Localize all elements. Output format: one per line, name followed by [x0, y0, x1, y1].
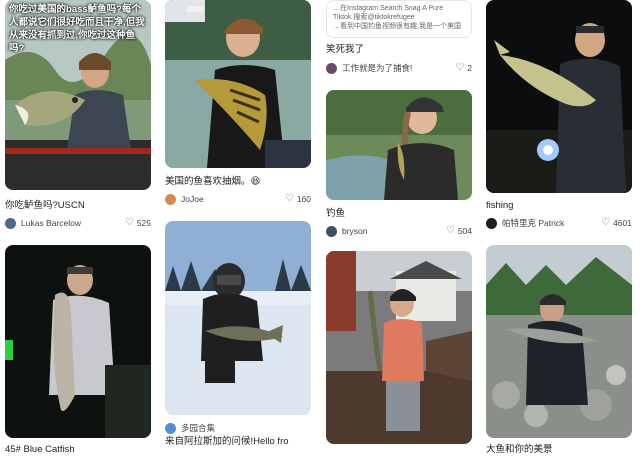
like-count: 2 [467, 63, 472, 73]
author-name[interactable]: bryson [342, 226, 446, 236]
post-caption[interactable]: 你吃鲈鱼吗?USCN [5, 199, 151, 212]
post-meta: 工作就是为了捕食! ♡ 2 [326, 61, 472, 75]
post-meta: bryson ♡ 504 [326, 224, 472, 238]
post-image-river-rocks[interactable] [486, 245, 632, 438]
post-image-bass-catch[interactable]: 你吃过美国的bass鲈鱼吗?每个人都说它们很好吃而且干净,但我从来没有抓到过,你… [5, 0, 151, 190]
post-caption[interactable]: 美国的鱼喜欢抽烟。😆 [165, 175, 311, 188]
like-button[interactable]: ♡ 525 [124, 217, 151, 229]
author-name[interactable]: 多园合集 [181, 422, 311, 434]
heart-icon: ♡ [445, 225, 455, 236]
web-card-line: …看到中国钓鱼视频很有趣,我是一个美国 [333, 23, 461, 30]
post-caption[interactable]: 笑死我了 [326, 43, 472, 56]
post-caption[interactable]: 来自阿拉斯加的问候!Hello fro [165, 435, 311, 448]
like-count: 525 [136, 218, 151, 228]
heart-icon: ♡ [284, 193, 294, 204]
heart-icon: ♡ [455, 62, 465, 73]
post-meta: Lukas Barcelow ♡ 525 [5, 216, 151, 230]
like-button[interactable]: ♡ 504 [445, 225, 472, 237]
post-meta: 多园合集 [165, 421, 311, 435]
like-count: 504 [457, 226, 472, 236]
author-name[interactable]: Lukas Barcelow [21, 218, 125, 228]
embedded-web-card[interactable]: …在Instagram Search Snag A Pure Tiktok 搜索… [326, 0, 472, 38]
like-count: 160 [296, 194, 311, 204]
web-card-line: Tiktok 搜索@tiktokrefugee [333, 14, 415, 21]
author-name[interactable]: 帕特里克 Patrick [502, 217, 601, 229]
avatar[interactable] [5, 217, 16, 229]
post-image-night-fish[interactable] [486, 0, 632, 193]
like-button[interactable]: ♡ 160 [284, 193, 311, 205]
web-card-line: …在Instagram Search Snag A Pure [333, 5, 444, 12]
heart-icon: ♡ [124, 217, 134, 228]
post-caption[interactable]: 钓鱼 [326, 207, 472, 220]
author-name[interactable]: JoJoe [181, 194, 285, 204]
post-image-blue-catfish[interactable] [5, 245, 151, 438]
post-image-ice-fishing[interactable] [165, 221, 311, 415]
avatar[interactable] [165, 422, 176, 434]
post-image-dock-fishing[interactable] [326, 251, 472, 444]
avatar[interactable] [165, 193, 176, 205]
heart-icon: ♡ [601, 217, 611, 228]
post-meta: JoJoe ♡ 160 [165, 192, 311, 206]
avatar[interactable] [326, 225, 337, 237]
post-caption[interactable]: fishing [486, 199, 632, 212]
post-image-girl-fishing[interactable] [326, 90, 472, 200]
author-name[interactable]: 工作就是为了捕食! [342, 62, 455, 74]
post-image-smoking-fish[interactable] [165, 0, 311, 168]
like-button[interactable]: ♡ 4601 [601, 217, 632, 229]
post-overlay-text: 你吃过美国的bass鲈鱼吗?每个人都说它们很好吃而且干净,但我从来没有抓到过,你… [9, 4, 145, 54]
like-button[interactable]: ♡ 2 [455, 62, 472, 74]
post-meta: 帕特里克 Patrick ♡ 4601 [486, 216, 632, 230]
like-count: 4601 [613, 218, 632, 228]
avatar[interactable] [326, 62, 337, 74]
avatar[interactable] [486, 217, 497, 229]
